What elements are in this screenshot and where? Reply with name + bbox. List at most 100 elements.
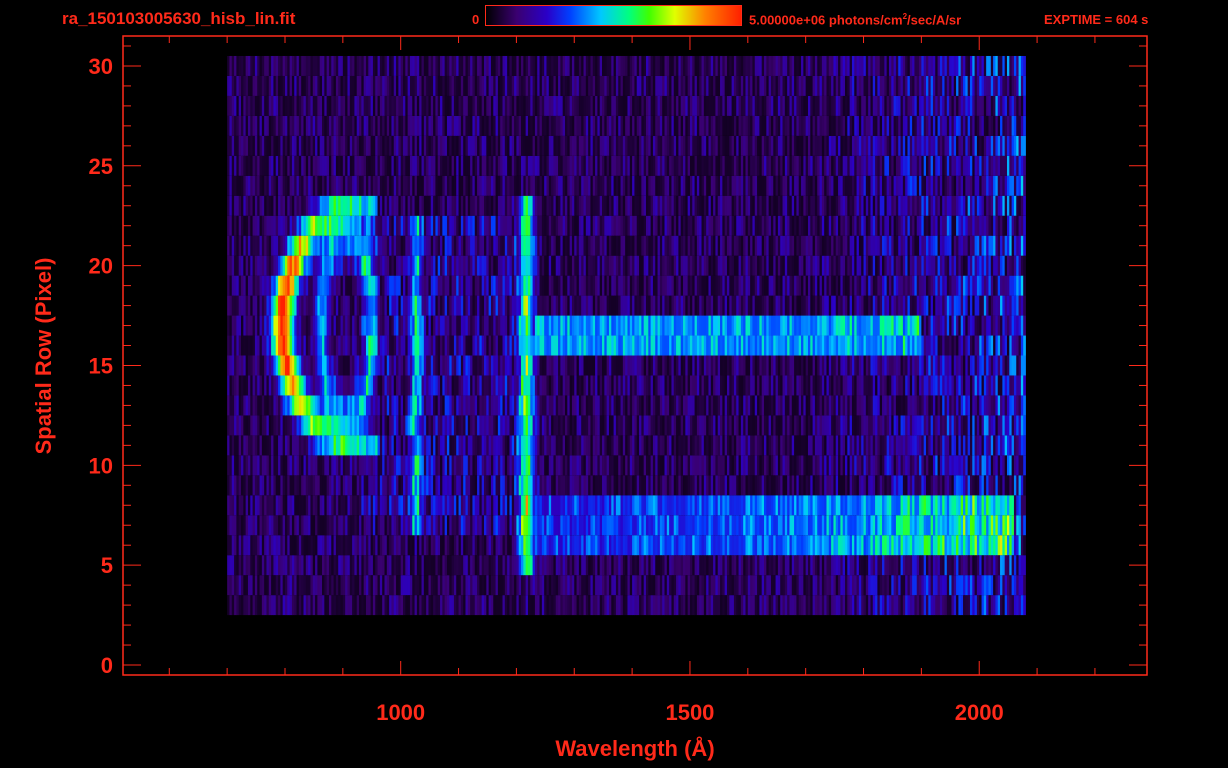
heat-cell	[988, 415, 992, 436]
heat-cell	[435, 335, 439, 356]
heat-cell	[935, 515, 938, 536]
heat-cell	[907, 335, 911, 356]
heat-cell	[1004, 475, 1008, 496]
heat-cell	[833, 355, 837, 376]
heat-cell	[900, 535, 904, 556]
heat-cell	[845, 375, 848, 396]
heat-cell	[689, 455, 693, 476]
heat-cell	[840, 435, 844, 456]
heat-cell	[345, 475, 348, 496]
heat-cell	[504, 595, 508, 616]
heat-cell	[518, 535, 522, 556]
heat-cell	[326, 575, 330, 596]
heat-cell	[338, 335, 341, 356]
heat-cell	[1016, 435, 1019, 456]
heat-cell	[481, 355, 485, 376]
heat-cell	[791, 355, 795, 376]
heat-cell	[340, 535, 344, 556]
heat-cell	[497, 335, 501, 356]
heat-cell	[708, 335, 712, 356]
heat-cell	[338, 315, 341, 336]
heat-cell	[289, 575, 293, 596]
heat-cell	[666, 415, 670, 436]
heat-cell	[430, 335, 434, 356]
heat-cell	[356, 355, 360, 376]
heat-cell	[386, 515, 390, 536]
heat-cell	[433, 455, 436, 476]
heat-cell	[824, 335, 827, 356]
heat-cell	[696, 375, 700, 396]
heat-cell	[650, 335, 654, 356]
heat-cell	[574, 375, 577, 396]
heat-cell	[396, 555, 399, 576]
heat-cell	[995, 395, 999, 416]
heat-cell	[516, 495, 520, 516]
heat-cell	[1000, 575, 1003, 596]
heat-cell	[284, 595, 288, 616]
heat-cell	[683, 335, 686, 356]
heat-cell	[604, 375, 608, 396]
heat-cell	[477, 575, 480, 596]
heat-cell	[456, 495, 459, 516]
heat-cell	[495, 455, 499, 476]
heat-cell	[254, 435, 258, 456]
heat-cell	[544, 355, 547, 376]
heat-cell	[389, 575, 392, 596]
heat-cell	[569, 335, 573, 356]
heat-cell	[676, 455, 679, 476]
heat-cell	[960, 455, 964, 476]
heat-cell	[565, 555, 568, 576]
heat-cell	[264, 495, 267, 516]
heat-cell	[937, 495, 941, 516]
heat-cell	[511, 435, 515, 456]
heat-cell	[236, 315, 240, 336]
heat-cell	[930, 595, 934, 616]
heat-cell	[632, 555, 635, 576]
heat-cell	[979, 415, 982, 436]
heat-cell	[562, 495, 566, 516]
heat-cell	[715, 495, 719, 516]
heat-cell	[713, 495, 716, 516]
heat-cell	[659, 435, 663, 456]
heat-cell	[840, 395, 844, 416]
heat-cell	[252, 395, 256, 416]
heat-cell	[828, 555, 832, 576]
heat-cell	[243, 375, 247, 396]
heat-cell	[247, 355, 251, 376]
heat-cell	[768, 555, 772, 576]
heat-cell	[514, 495, 517, 516]
heat-cell	[490, 535, 494, 556]
heat-cell	[389, 595, 392, 616]
heat-cell	[773, 555, 776, 576]
heat-cell	[969, 395, 973, 416]
heat-cell	[620, 595, 624, 616]
heat-cell	[565, 435, 568, 456]
heat-cell	[782, 555, 786, 576]
heat-cell	[370, 595, 374, 616]
heat-cell	[389, 375, 392, 396]
heat-cell	[465, 375, 469, 396]
heat-cell	[375, 435, 378, 456]
heat-cell	[278, 355, 281, 376]
heat-cell	[673, 595, 677, 616]
heat-cell	[562, 595, 566, 616]
heat-cell	[833, 515, 837, 536]
heat-cell	[282, 375, 286, 396]
heat-cell	[426, 535, 429, 556]
heat-cell	[879, 495, 883, 516]
heat-cell	[879, 455, 883, 476]
heat-cell	[872, 535, 876, 556]
heat-cell	[585, 315, 589, 336]
heat-cell	[652, 555, 656, 576]
heat-cell	[553, 475, 557, 496]
heat-cell	[650, 495, 654, 516]
heat-cell	[745, 475, 749, 496]
heat-cell	[877, 415, 881, 436]
heat-cell	[995, 455, 999, 476]
heat-cell	[784, 415, 788, 436]
heat-cell	[803, 575, 807, 596]
heat-cell	[463, 475, 466, 496]
heat-cell	[433, 575, 436, 596]
heat-cell	[958, 595, 962, 616]
heat-cell	[497, 455, 501, 476]
